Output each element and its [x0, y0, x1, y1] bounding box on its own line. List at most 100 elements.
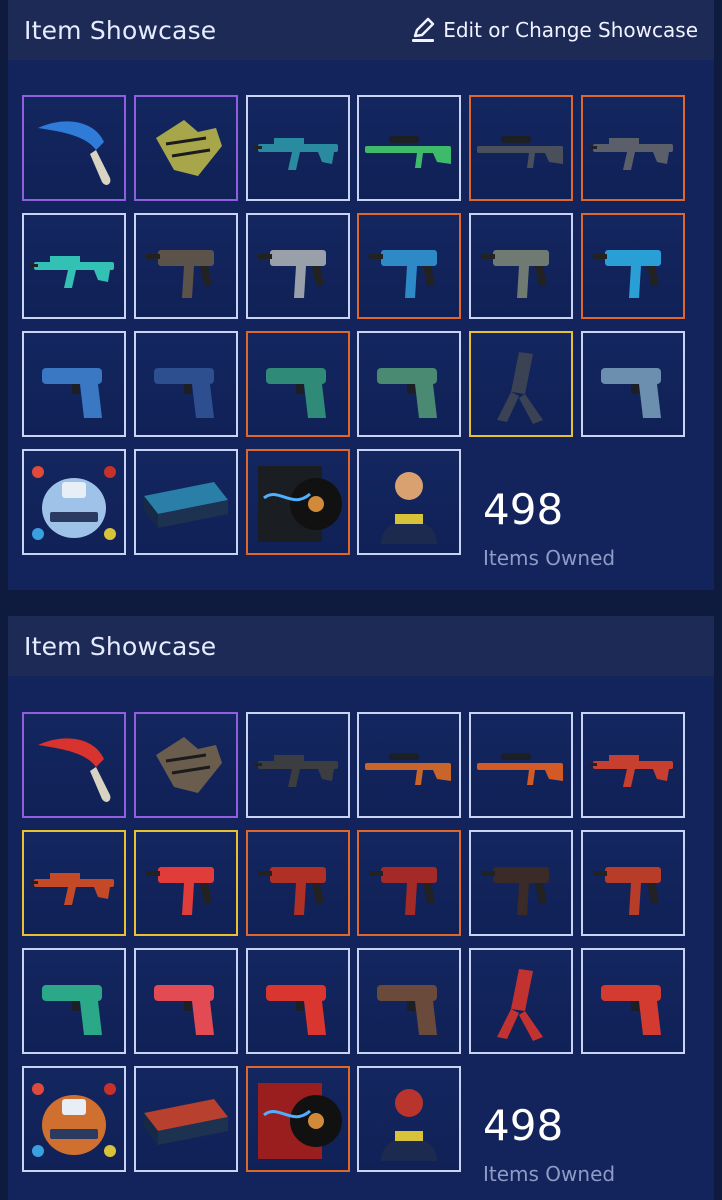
smg-icon [369, 250, 437, 298]
smg-icon [146, 250, 214, 298]
showcase-item-souvenir-package[interactable] [134, 1066, 238, 1172]
edit-showcase-button[interactable]: Edit or Change Showcase [409, 16, 698, 44]
capsule-icon [32, 466, 116, 540]
showcase-item-glock-pistol[interactable] [134, 948, 238, 1054]
showcase-item-desert-eagle-pistol[interactable] [581, 948, 685, 1054]
showcase-item-p90-smg[interactable] [469, 213, 573, 319]
showcase-item-phoenix-agent[interactable] [357, 1066, 461, 1172]
items-owned-count: 498 [483, 1101, 564, 1150]
showcase-item-famas-rifle[interactable] [22, 213, 126, 319]
gloves-icon [156, 120, 222, 176]
showcase-item-legends-sticker-capsule[interactable] [22, 1066, 126, 1172]
showcase-item-p90-smg[interactable] [469, 830, 573, 936]
showcase-item-glock-pistol[interactable] [22, 331, 126, 437]
knife-icon [38, 121, 111, 185]
showcase-item-karambit-knife[interactable] [22, 95, 126, 201]
showcase-item-five-seven-pistol[interactable] [357, 331, 461, 437]
showcase-item-legends-sticker-capsule[interactable] [22, 449, 126, 555]
sniper-icon [365, 753, 451, 785]
showcase-item-dual-berettas-pistol[interactable] [469, 948, 573, 1054]
smg-icon [593, 250, 661, 298]
showcase-item-p250-pistol[interactable] [246, 331, 350, 437]
smg-icon [481, 867, 549, 915]
showcase-item-ssg08-sniper[interactable] [469, 712, 573, 818]
showcase-header: Item Showcase [8, 616, 714, 676]
showcase-item-music-kit[interactable] [246, 449, 350, 555]
pistol-icon [42, 985, 102, 1035]
showcase-item-pp-bizon-smg[interactable] [134, 830, 238, 936]
showcase-item-p250-pistol[interactable] [246, 948, 350, 1054]
showcase-item-desert-eagle-pistol[interactable] [581, 331, 685, 437]
rifle-icon [254, 755, 338, 787]
items-owned-label: Items Owned [483, 1162, 616, 1186]
showcase-item-ump45-smg[interactable] [581, 213, 685, 319]
showcase-item-usp-s-pistol[interactable] [134, 331, 238, 437]
showcase-item-mp7-smg[interactable] [246, 213, 350, 319]
smg-icon [258, 250, 326, 298]
sniper-icon [477, 136, 563, 168]
showcase-item-huntsman-knife[interactable] [22, 712, 126, 818]
agent-icon [381, 1089, 437, 1161]
rifle-icon [589, 138, 673, 170]
capsule-icon [32, 1083, 116, 1157]
pistol-icon [154, 985, 214, 1035]
showcase-item-ssg08-sniper[interactable] [469, 95, 573, 201]
pistol-icon [266, 985, 326, 1035]
smg-icon [146, 867, 214, 915]
knife-icon [38, 738, 111, 802]
package-icon [144, 1099, 228, 1145]
showcase-item-gloves[interactable] [134, 95, 238, 201]
gloves-icon [156, 737, 222, 793]
items-owned: 498 Items Owned [483, 485, 616, 571]
items-owned-label: Items Owned [483, 546, 616, 570]
smg-icon [369, 867, 437, 915]
dual-pistol-icon [497, 352, 543, 424]
showcase-item-zeus-taser[interactable] [22, 948, 126, 1054]
showcase-item-awp-sniper[interactable] [357, 712, 461, 818]
showcase-item-souvenir-package[interactable] [134, 449, 238, 555]
pistol-icon [42, 368, 102, 418]
smg-icon [593, 867, 661, 915]
rifle-icon [589, 755, 673, 787]
music-kit-icon [258, 1083, 342, 1159]
pistol-icon [601, 368, 661, 418]
showcase-item-aug-rifle[interactable] [581, 95, 685, 201]
showcase-item-ump45-smg[interactable] [581, 830, 685, 936]
showcase-title: Item Showcase [24, 15, 217, 45]
items-owned-count: 498 [483, 485, 564, 534]
showcase-item-m4a1-s-rifle[interactable] [246, 95, 350, 201]
showcase-item-music-kit[interactable] [246, 1066, 350, 1172]
package-icon [144, 482, 228, 528]
agent-icon [381, 472, 437, 544]
showcase-item-mp9-smg[interactable] [357, 213, 461, 319]
rifle-icon [254, 138, 338, 170]
showcase-item-awp-sniper[interactable] [357, 95, 461, 201]
pistol-icon [377, 368, 437, 418]
pistol-icon [266, 368, 326, 418]
showcase-item-mp9-smg[interactable] [357, 830, 461, 936]
sniper-icon [365, 136, 451, 168]
pistol-icon [377, 985, 437, 1035]
showcase-item-ak47-rifle[interactable] [246, 712, 350, 818]
showcase-item-galil-rifle[interactable] [22, 830, 126, 936]
showcase-item-dual-berettas-pistol[interactable] [469, 331, 573, 437]
showcase-item-gloves[interactable] [134, 712, 238, 818]
showcase-item-fbi-agent[interactable] [357, 449, 461, 555]
items-owned: 498 Items Owned [483, 1101, 616, 1187]
showcase-item-mac10-smg[interactable] [246, 830, 350, 936]
pistol-icon [601, 985, 661, 1035]
smg-icon [258, 867, 326, 915]
dual-pistol-icon [497, 969, 543, 1041]
edit-showcase-label: Edit or Change Showcase [443, 18, 698, 42]
pistol-icon [154, 368, 214, 418]
showcase-title: Item Showcase [24, 631, 217, 661]
showcase-item-sg553-rifle[interactable] [581, 712, 685, 818]
pencil-icon [412, 17, 435, 42]
showcase-item-pp-bizon-smg[interactable] [134, 213, 238, 319]
rifle-icon [30, 256, 114, 288]
music-kit-icon [258, 466, 342, 542]
showcase-item-tec9-pistol[interactable] [357, 948, 461, 1054]
showcase-header: Item Showcase Edit or Change Showcase [8, 0, 714, 60]
sniper-icon [477, 753, 563, 785]
smg-icon [481, 250, 549, 298]
